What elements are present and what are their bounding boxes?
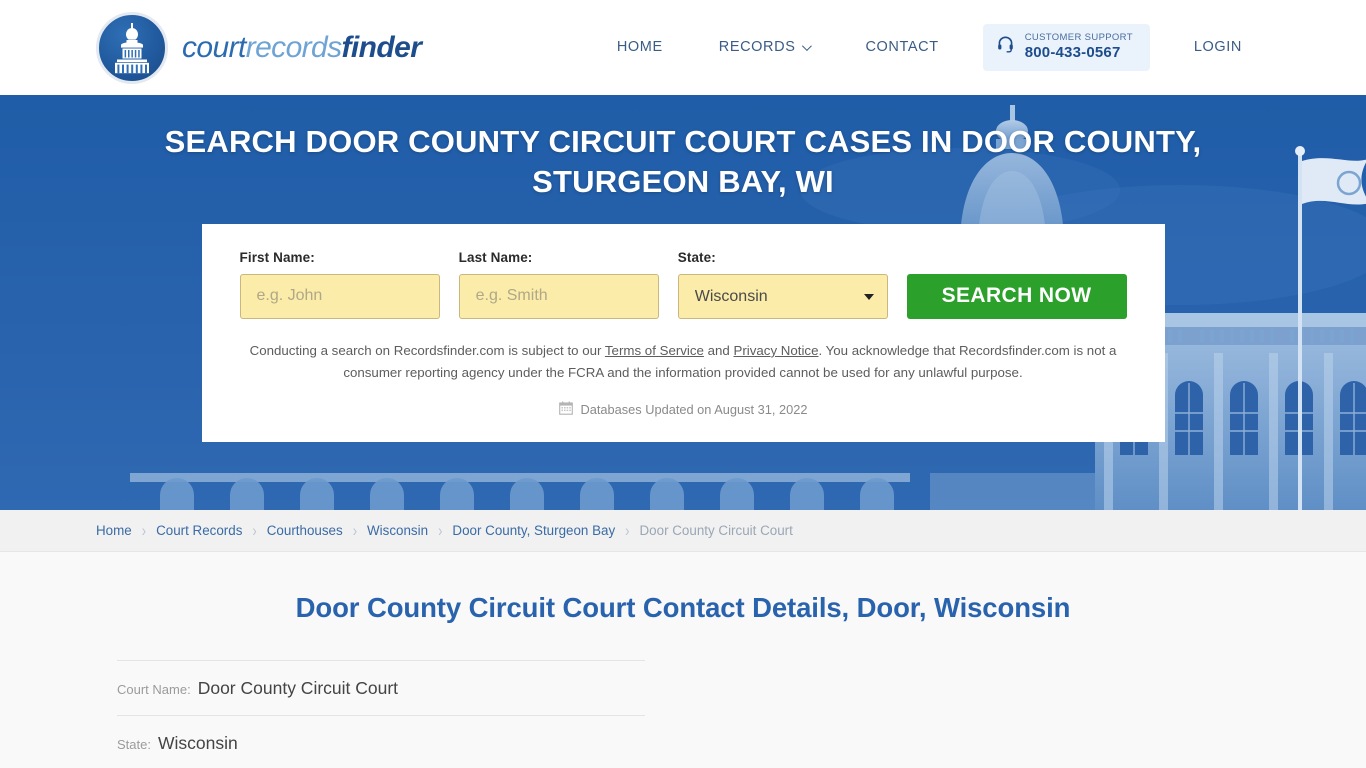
breadcrumb-item-door-county-sturgeon-bay[interactable]: Door County, Sturgeon Bay bbox=[452, 523, 615, 538]
breadcrumb-bar: Home › Court Records › Courthouses › Wis… bbox=[0, 510, 1366, 552]
first-name-input[interactable] bbox=[239, 273, 440, 319]
search-panel: First Name: Last Name: State: Wisconsin bbox=[201, 223, 1165, 443]
state-label: State: bbox=[677, 249, 716, 265]
site-header: courtrecordsfinder HOME RECORDS CONTACT bbox=[0, 0, 1366, 95]
hero-section: SEARCH DOOR COUNTY CIRCUIT COURT CASES I… bbox=[0, 95, 1366, 510]
customer-support-phone: 800-433-0567 bbox=[1024, 44, 1121, 62]
breadcrumb-separator-icon: › bbox=[352, 521, 358, 540]
databases-updated-text: Databases Updated on August 31, 2022 bbox=[580, 402, 808, 418]
last-name-field-group: Last Name: bbox=[458, 249, 659, 319]
databases-updated-row: Databases Updated on August 31, 2022 bbox=[240, 401, 1127, 418]
breadcrumb-separator-icon: › bbox=[252, 521, 257, 540]
nav-item-records[interactable]: RECORDS bbox=[691, 29, 838, 65]
search-disclaimer: Conducting a search on Recordsfinder.com… bbox=[243, 340, 1123, 383]
nav-item-home-label: HOME bbox=[616, 39, 663, 56]
logo-wordmark: courtrecordsfinder bbox=[182, 30, 422, 65]
nav-item-contact[interactable]: CONTACT bbox=[837, 29, 966, 65]
site-logo[interactable]: courtrecordsfinder bbox=[96, 11, 422, 84]
breadcrumb-item-home[interactable]: Home bbox=[96, 523, 132, 538]
content-heading: Door County Circuit Court Contact Detail… bbox=[295, 592, 1071, 623]
detail-label-court-name: Court Name: bbox=[117, 682, 191, 697]
breadcrumb-separator-icon: › bbox=[141, 521, 147, 540]
table-row: State: Wisconsin bbox=[117, 715, 645, 768]
main-content: Door County Circuit Court Contact Detail… bbox=[0, 552, 1366, 768]
headset-icon bbox=[996, 35, 1015, 59]
state-field-group: State: Wisconsin bbox=[677, 249, 888, 319]
breadcrumb-item-wisconsin[interactable]: Wisconsin bbox=[367, 523, 428, 538]
last-name-label: Last Name: bbox=[458, 249, 533, 265]
detail-value-state: Wisconsin bbox=[157, 733, 238, 753]
nav-item-home[interactable]: HOME bbox=[589, 29, 691, 65]
breadcrumb-separator-icon: › bbox=[438, 521, 443, 540]
logo-text-court: court bbox=[182, 30, 246, 64]
breadcrumb-item-current: Door County Circuit Court bbox=[639, 523, 793, 538]
first-name-label: First Name: bbox=[239, 249, 315, 265]
detail-label-state: State: bbox=[117, 737, 151, 752]
nav-item-login[interactable]: LOGIN bbox=[1166, 29, 1270, 65]
privacy-notice-link[interactable]: Privacy Notice bbox=[734, 343, 819, 358]
logo-text-records: records bbox=[245, 30, 342, 64]
disclaimer-part-2: and bbox=[703, 342, 734, 358]
customer-support-box[interactable]: CUSTOMER SUPPORT 800-433-0567 bbox=[982, 24, 1150, 71]
last-name-input[interactable] bbox=[458, 273, 659, 319]
table-row: Court Name: Door County Circuit Court bbox=[117, 660, 645, 715]
logo-text-finder: finder bbox=[341, 30, 422, 64]
search-now-button[interactable]: SEARCH NOW bbox=[906, 273, 1127, 319]
customer-support-label: CUSTOMER SUPPORT bbox=[1024, 32, 1133, 44]
breadcrumb-separator-icon: › bbox=[625, 521, 630, 540]
breadcrumb: Home › Court Records › Courthouses › Wis… bbox=[96, 521, 793, 540]
first-name-field-group: First Name: bbox=[239, 249, 440, 319]
disclaimer-part-1: Conducting a search on Recordsfinder.com… bbox=[249, 342, 605, 358]
page-title: SEARCH DOOR COUNTY CIRCUIT COURT CASES I… bbox=[164, 124, 1202, 199]
detail-value-court-name: Door County Circuit Court bbox=[197, 678, 399, 698]
terms-of-service-link[interactable]: Terms of Service bbox=[605, 343, 704, 358]
nav-item-login-label: LOGIN bbox=[1193, 39, 1242, 56]
breadcrumb-item-court-records[interactable]: Court Records bbox=[156, 523, 242, 538]
breadcrumb-item-courthouses[interactable]: Courthouses bbox=[267, 523, 343, 538]
nav-item-records-label: RECORDS bbox=[718, 39, 796, 56]
nav-item-contact-label: CONTACT bbox=[865, 39, 939, 56]
capitol-dome-icon bbox=[96, 11, 168, 84]
chevron-down-icon bbox=[802, 41, 813, 52]
search-fields-row: First Name: Last Name: State: Wisconsin bbox=[239, 249, 1127, 319]
main-navigation: HOME RECORDS CONTACT CUSTOMER SUPPORT 80 bbox=[589, 24, 1270, 71]
state-select[interactable]: Wisconsin bbox=[677, 273, 888, 319]
court-details-table: Court Name: Door County Circuit Court St… bbox=[117, 660, 645, 768]
calendar-icon bbox=[558, 401, 573, 418]
